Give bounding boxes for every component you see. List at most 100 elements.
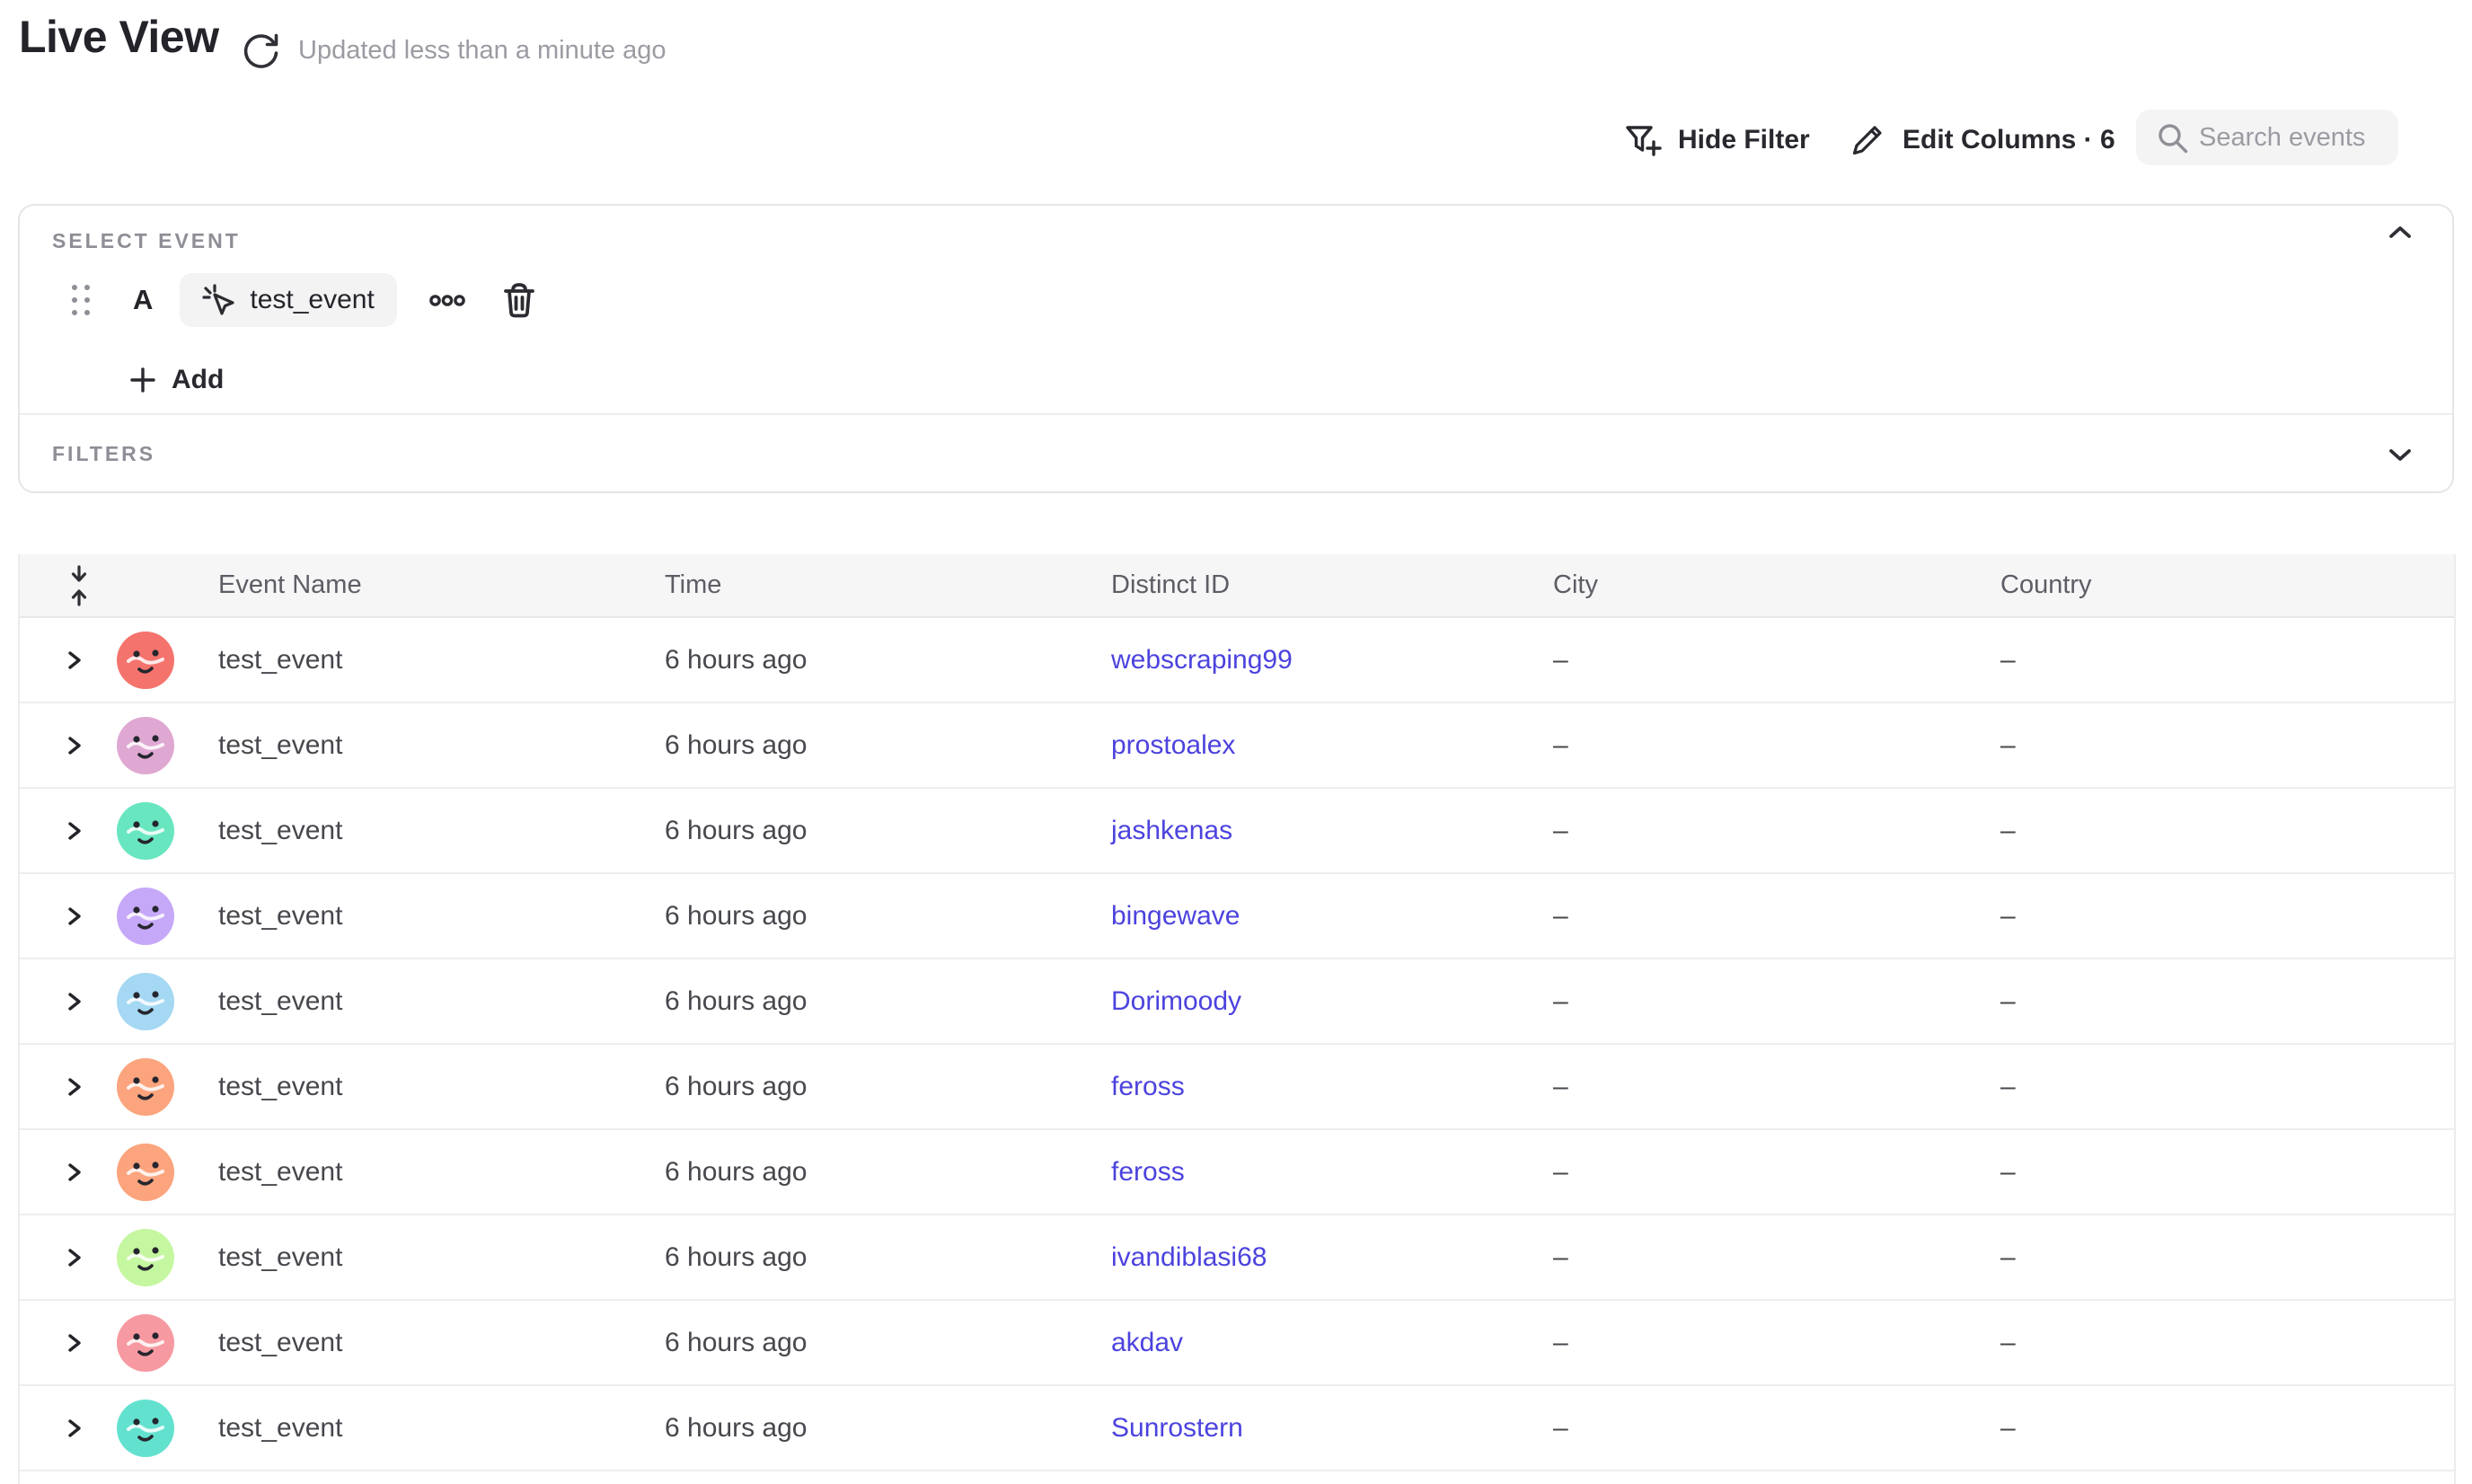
event-name-cell: test_event	[218, 1328, 665, 1358]
distinct-id-link[interactable]: Sunrostern	[1111, 1413, 1243, 1443]
table-row: test_event 6 hours ago jashkenas – –	[20, 789, 2454, 874]
pencil-icon	[1849, 121, 1886, 159]
time-cell: 6 hours ago	[665, 1242, 1111, 1273]
col-header-country[interactable]: Country	[2000, 570, 2454, 600]
clause-letter: A	[133, 284, 153, 316]
updated-status: Updated less than a minute ago	[298, 36, 667, 66]
expand-filters-button[interactable]	[2386, 446, 2415, 464]
distinct-id-link[interactable]: webscraping99	[1111, 645, 1293, 675]
add-event-button[interactable]: Add	[129, 355, 224, 405]
city-cell: –	[1553, 1072, 2000, 1102]
col-header-distinct-id[interactable]: Distinct ID	[1111, 570, 1553, 600]
cursor-click-icon	[202, 283, 236, 317]
row-expand-button[interactable]	[63, 1329, 86, 1356]
row-expand-button[interactable]	[63, 1415, 86, 1442]
distinct-id-link[interactable]: Dorimoody	[1111, 986, 1241, 1016]
search-input[interactable]	[2199, 110, 2389, 165]
add-label: Add	[172, 365, 224, 395]
event-chip-label: test_event	[250, 285, 374, 315]
chevron-right-icon	[63, 1073, 86, 1100]
table-row: test_event 6 hours ago feross – –	[20, 1130, 2454, 1215]
distinct-id-link[interactable]: feross	[1111, 1157, 1185, 1187]
hide-filter-button[interactable]: Hide Filter	[1622, 117, 1810, 163]
distinct-id-link[interactable]: bingewave	[1111, 901, 1240, 931]
table-row: test_event 6 hours ago webscraping99 – –	[20, 618, 2454, 703]
time-cell: 6 hours ago	[665, 1072, 1111, 1102]
table-row: test_event 6 hours ago Dorimoody – –	[20, 959, 2454, 1045]
query-builder-card: SELECT EVENT A test_event	[18, 204, 2454, 493]
time-cell: 6 hours ago	[665, 986, 1111, 1017]
trash-icon	[501, 281, 537, 319]
event-select-chip[interactable]: test_event	[180, 273, 396, 327]
distinct-id-link[interactable]: feross	[1111, 1072, 1185, 1101]
filter-plus-icon	[1622, 120, 1662, 160]
table-row: test_event 6 hours ago prostoalex – –	[20, 703, 2454, 789]
country-cell: –	[2000, 901, 2454, 932]
filters-section: FILTERS	[20, 415, 2452, 493]
distinct-id-link[interactable]: prostoalex	[1111, 730, 1235, 760]
time-cell: 6 hours ago	[665, 901, 1111, 932]
chevron-right-icon	[63, 1159, 86, 1186]
refresh-icon	[239, 30, 282, 71]
event-name-cell: test_event	[218, 901, 665, 932]
col-header-city[interactable]: City	[1553, 570, 2000, 600]
refresh-button[interactable]	[239, 29, 282, 72]
city-cell: –	[1553, 730, 2000, 761]
chevron-right-icon	[63, 903, 86, 930]
row-expand-button[interactable]	[63, 903, 86, 930]
event-name-cell: test_event	[218, 1072, 665, 1102]
avatar	[117, 717, 174, 774]
table-header: Event Name Time Distinct ID City Country	[20, 554, 2454, 618]
row-expand-button[interactable]	[63, 1159, 86, 1186]
collapse-rows-icon[interactable]	[20, 564, 92, 607]
country-cell: –	[2000, 645, 2454, 676]
distinct-id-link[interactable]: ivandiblasi68	[1111, 1242, 1267, 1272]
page-title: Live View	[19, 11, 218, 63]
row-expand-button[interactable]	[63, 647, 86, 674]
row-expand-button[interactable]	[63, 1244, 86, 1271]
distinct-id-link[interactable]: akdav	[1111, 1328, 1183, 1357]
filters-label: FILTERS	[52, 442, 155, 466]
event-name-cell: test_event	[218, 986, 665, 1017]
partial-row	[20, 1471, 2454, 1484]
edit-columns-label: Edit Columns · 6	[1903, 125, 2115, 155]
avatar	[117, 1058, 174, 1116]
chevron-right-icon	[63, 732, 86, 759]
row-expand-button[interactable]	[63, 988, 86, 1015]
country-cell: –	[2000, 1413, 2454, 1444]
delete-event-button[interactable]	[501, 281, 537, 319]
time-cell: 6 hours ago	[665, 816, 1111, 846]
event-name-cell: test_event	[218, 730, 665, 761]
col-header-time[interactable]: Time	[665, 570, 1111, 600]
event-name-cell: test_event	[218, 645, 665, 676]
country-cell: –	[2000, 986, 2454, 1017]
event-name-cell: test_event	[218, 1242, 665, 1273]
row-expand-button[interactable]	[63, 732, 86, 759]
time-cell: 6 hours ago	[665, 1413, 1111, 1444]
edit-columns-button[interactable]: Edit Columns · 6	[1849, 117, 2115, 163]
time-cell: 6 hours ago	[665, 1328, 1111, 1358]
avatar	[117, 1144, 174, 1201]
hide-filter-label: Hide Filter	[1678, 125, 1810, 155]
country-cell: –	[2000, 1328, 2454, 1358]
row-expand-button[interactable]	[63, 817, 86, 844]
drag-handle-icon[interactable]	[72, 285, 90, 315]
country-cell: –	[2000, 730, 2454, 761]
city-cell: –	[1553, 986, 2000, 1017]
event-clause-row: A test_event	[72, 273, 537, 327]
more-options-button[interactable]	[429, 295, 465, 306]
table-row: test_event 6 hours ago ivandiblasi68 – –	[20, 1215, 2454, 1301]
col-header-event-name[interactable]: Event Name	[218, 570, 665, 600]
city-cell: –	[1553, 1242, 2000, 1273]
collapse-section-button[interactable]	[2386, 224, 2415, 242]
table-body: test_event 6 hours ago webscraping99 – –	[20, 618, 2454, 1471]
time-cell: 6 hours ago	[665, 1157, 1111, 1188]
country-cell: –	[2000, 1242, 2454, 1273]
avatar	[117, 888, 174, 945]
table-row: test_event 6 hours ago feross – –	[20, 1045, 2454, 1130]
distinct-id-link[interactable]: jashkenas	[1111, 816, 1232, 845]
plus-icon	[129, 367, 156, 393]
row-expand-button[interactable]	[63, 1073, 86, 1100]
country-cell: –	[2000, 1072, 2454, 1102]
event-name-cell: test_event	[218, 816, 665, 846]
